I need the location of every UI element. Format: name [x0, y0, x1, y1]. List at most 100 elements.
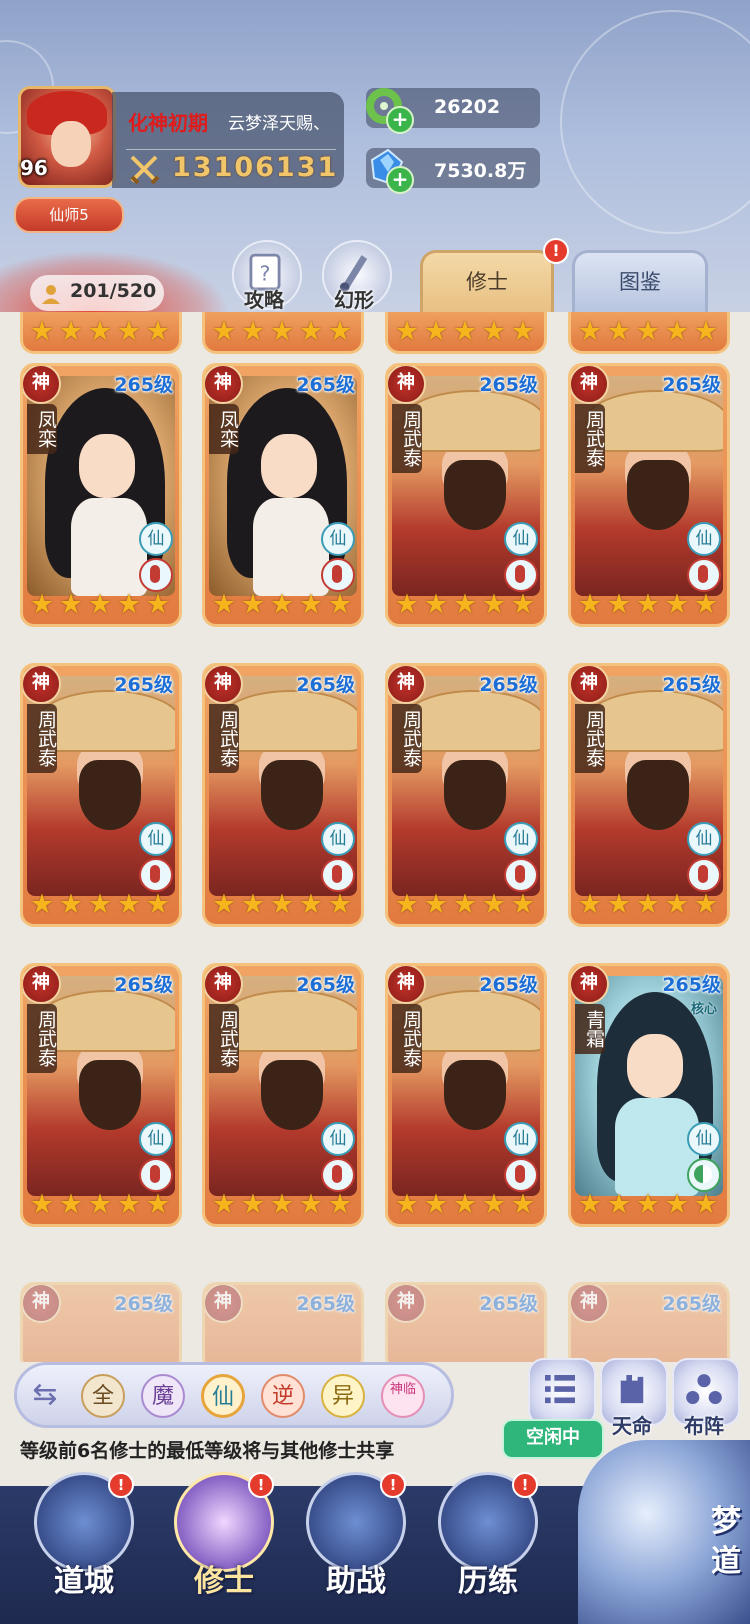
destiny-label: 天命	[612, 1414, 652, 1438]
card-level: 265级	[114, 1293, 173, 1315]
card-level: 265级	[296, 674, 355, 696]
star-icon: ★	[510, 316, 536, 347]
cultivator-card[interactable]: 神 265级 周武泰仙 ★ ★ ★ ★ ★	[385, 363, 547, 627]
partial-card-top[interactable]: ★ ★ ★ ★ ★	[385, 312, 547, 354]
filter-all[interactable]: 全	[81, 1374, 125, 1418]
star-icon: ★	[269, 889, 295, 920]
list-button[interactable]	[528, 1358, 596, 1426]
star-icon: ★	[394, 316, 420, 347]
cultivator-card[interactable]: 神 265级 凤栾仙 ★ ★ ★ ★ ★	[20, 363, 182, 627]
partial-card-top[interactable]: ★ ★ ★ ★ ★	[568, 312, 730, 354]
cultivator-count-value: 201/520	[70, 280, 157, 302]
grade-badge: 神	[571, 966, 609, 1004]
person-icon	[42, 285, 60, 304]
star-icon: ★	[58, 1189, 84, 1220]
nav-trial[interactable]: ! 历练	[428, 1472, 548, 1599]
cultivator-card[interactable]: 神 265级 周武泰仙 ★ ★ ★ ★ ★	[385, 663, 547, 927]
star-icon: ★	[211, 589, 237, 620]
cultivator-card[interactable]: 神 265级 周武泰仙 ★ ★ ★ ★ ★	[202, 663, 364, 927]
filter-ni[interactable]: 逆	[261, 1374, 305, 1418]
partial-card-top[interactable]: ★ ★ ★ ★ ★	[202, 312, 364, 354]
partial-card-bottom[interactable]: 神 265级	[20, 1282, 182, 1362]
star-icon: ★	[693, 316, 719, 347]
star-icon: ★	[481, 889, 507, 920]
straw-hat-shape	[219, 990, 357, 1052]
guide-label: 攻略	[244, 288, 284, 312]
nav-cultivators[interactable]: ! 修士	[164, 1472, 284, 1599]
star-icon: ★	[29, 589, 55, 620]
star-icon: ★	[87, 316, 113, 347]
filter-yi[interactable]: 异	[321, 1374, 365, 1418]
star-icon: ★	[240, 316, 266, 347]
cultivator-card[interactable]: 神 265级 青霜 核心仙 ★ ★ ★ ★ ★	[568, 963, 730, 1227]
tab-codex[interactable]: 图鉴	[572, 250, 708, 315]
star-icon: ★	[87, 589, 113, 620]
card-name: 周武泰	[27, 1004, 57, 1073]
straw-hat-shape	[585, 690, 723, 752]
straw-hat-shape	[585, 390, 723, 452]
grade-badge: 神	[23, 666, 61, 704]
cultivator-card[interactable]: 神 265级 周武泰仙 ★ ★ ★ ★ ★	[202, 963, 364, 1227]
card-level: 265级	[662, 974, 721, 996]
star-icon: ★	[211, 316, 237, 347]
straw-hat-shape	[37, 690, 175, 752]
card-name: 周武泰	[392, 704, 422, 773]
star-rating: ★ ★ ★ ★ ★	[29, 1189, 171, 1220]
star-icon: ★	[510, 889, 536, 920]
element-icon	[321, 1158, 355, 1192]
resource-jade[interactable]: + 26202	[366, 88, 540, 134]
star-rating: ★ ★ ★ ★ ★	[29, 889, 171, 920]
faction-badge: 仙	[321, 822, 355, 856]
swap-arrows-icon[interactable]: ⇆	[27, 1377, 63, 1413]
tab-cultivators[interactable]: 修士	[420, 250, 554, 315]
star-rating: ★ ★ ★ ★ ★	[29, 316, 171, 347]
filter-xian[interactable]: 仙	[201, 1374, 245, 1418]
star-icon: ★	[116, 889, 142, 920]
nav-cultivators-label: 修士	[194, 1564, 254, 1599]
idle-status-badge[interactable]: 空闲中	[502, 1419, 604, 1459]
star-icon: ★	[423, 589, 449, 620]
add-jade-icon[interactable]: +	[386, 106, 414, 134]
card-name: 青霜	[575, 1004, 605, 1054]
filter-mo[interactable]: 魔	[141, 1374, 185, 1418]
card-level: 265级	[479, 374, 538, 396]
card-level: 265级	[662, 674, 721, 696]
cultivator-card[interactable]: 神 265级 周武泰仙 ★ ★ ★ ★ ★	[568, 363, 730, 627]
element-icon	[321, 858, 355, 892]
cultivator-card[interactable]: 神 265级 周武泰仙 ★ ★ ★ ★ ★	[568, 663, 730, 927]
tab-alert-badge: !	[543, 238, 569, 264]
star-icon: ★	[29, 316, 55, 347]
star-icon: ★	[452, 589, 478, 620]
beard-shape	[79, 1060, 141, 1130]
element-icon	[504, 858, 538, 892]
beard-shape	[444, 1060, 506, 1130]
cultivator-card[interactable]: 神 265级 周武泰仙 ★ ★ ★ ★ ★	[385, 963, 547, 1227]
resource-crystal[interactable]: + 7530.8万	[366, 148, 540, 194]
straw-hat-shape	[402, 690, 540, 752]
filter-shenlin[interactable]: 神临	[381, 1374, 425, 1418]
cultivator-card[interactable]: 神 265级 周武泰仙 ★ ★ ★ ★ ★	[20, 663, 182, 927]
card-name: 周武泰	[392, 1004, 422, 1073]
nav-trial-label: 历练	[458, 1564, 518, 1599]
cultivator-card[interactable]: 神 265级 周武泰仙 ★ ★ ★ ★ ★	[20, 963, 182, 1227]
partial-card-bottom[interactable]: 神 265级	[385, 1282, 547, 1362]
nav-assist[interactable]: ! 助战	[296, 1472, 416, 1599]
star-icon: ★	[58, 316, 84, 347]
face-shape	[79, 434, 135, 498]
element-icon	[139, 558, 173, 592]
cultivator-card[interactable]: 神 265级 凤栾仙 ★ ★ ★ ★ ★	[202, 363, 364, 627]
body-shape	[253, 498, 329, 596]
partial-card-bottom[interactable]: 神 265级	[202, 1282, 364, 1362]
element-icon	[504, 558, 538, 592]
star-icon: ★	[394, 589, 420, 620]
star-rating: ★ ★ ★ ★ ★	[577, 1191, 719, 1218]
nav-city[interactable]: ! 道城	[24, 1472, 144, 1599]
rank-badge[interactable]: 仙师5	[14, 197, 124, 233]
partial-card-top[interactable]: ★ ★ ★ ★ ★	[20, 312, 182, 354]
cultivator-grid[interactable]: 神 265级 凤栾仙 ★ ★ ★ ★ ★ 神 265级 凤栾仙 ★ ★ ★ ★ ★ 神 265级 周武泰仙 ★ ★ ★ ★ ★…	[0, 312, 750, 1362]
card-name: 周武泰	[575, 404, 605, 473]
star-icon: ★	[423, 889, 449, 920]
element-icon	[687, 858, 721, 892]
add-crystal-icon[interactable]: +	[386, 166, 414, 194]
partial-card-bottom[interactable]: 神 265级	[568, 1282, 730, 1362]
